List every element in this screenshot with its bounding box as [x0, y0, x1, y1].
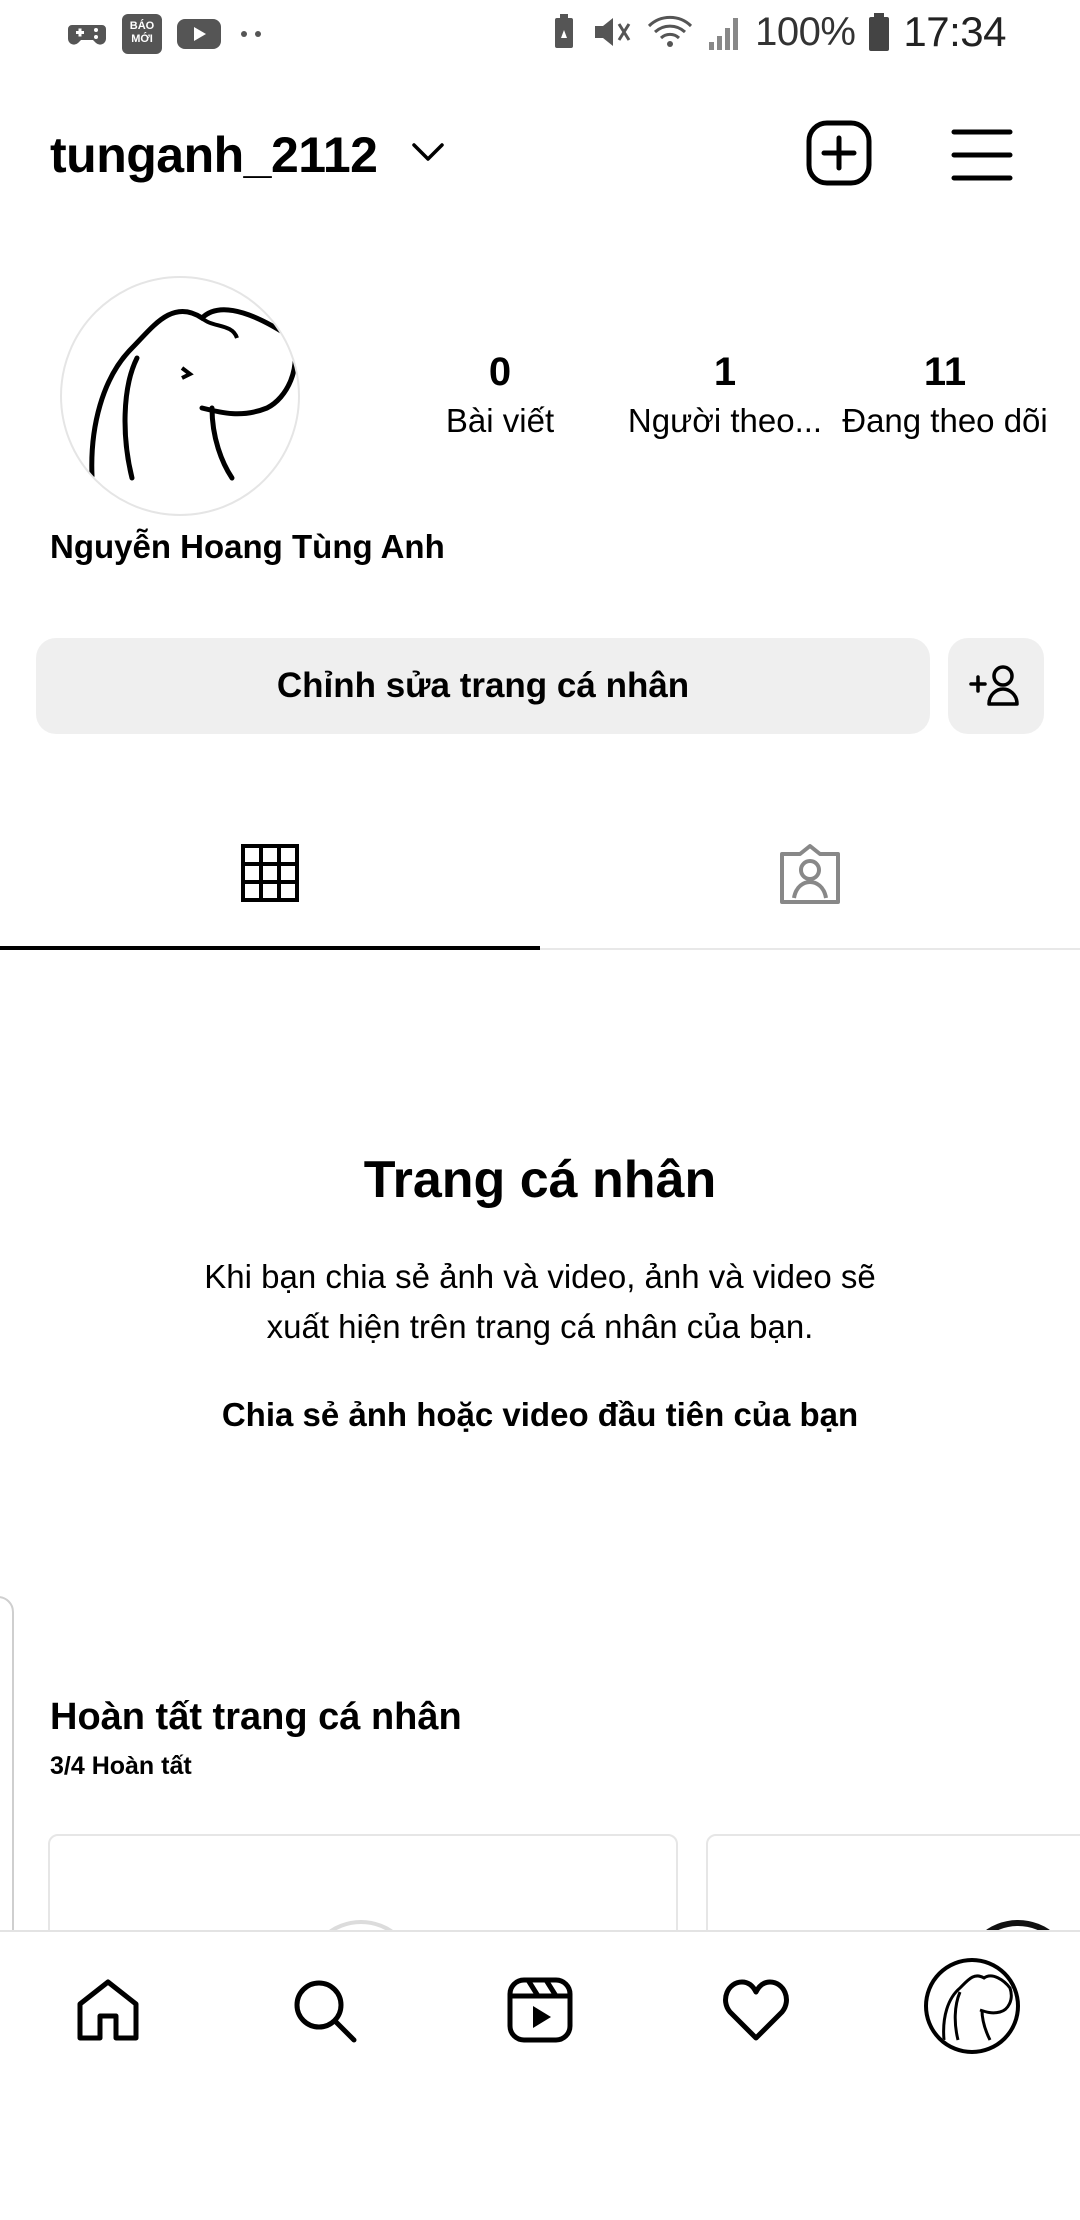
profile-avatar-icon: [942, 1974, 1013, 2041]
system-nav-area: [0, 2080, 1080, 2220]
tab-posts-grid[interactable]: [0, 800, 540, 950]
add-person-icon: [969, 665, 1019, 706]
tab-tagged[interactable]: [540, 800, 1080, 948]
battery-saver-icon: [555, 14, 574, 48]
empty-state-description: Khi bạn chia sẻ ảnh và video, ảnh và vid…: [204, 1258, 876, 1345]
create-post-icon[interactable]: [804, 118, 874, 188]
profile-stats: 0 Bài viết 1 Người theo... 11 Đang theo …: [390, 344, 1050, 454]
heart-icon: [723, 1979, 789, 2041]
nav-reels[interactable]: [500, 1970, 580, 2050]
signal-icon: [709, 18, 739, 50]
nav-home[interactable]: [68, 1970, 148, 2050]
grid-icon: [241, 844, 299, 902]
home-icon: [77, 1979, 139, 2041]
stat-followers-value: 1: [713, 350, 737, 394]
status-bar: BÁO MỚI 100% 17:34: [0, 0, 1080, 72]
clock: 17:34: [903, 8, 1006, 55]
full-name: Nguyễn Hoang Tùng Anh: [50, 528, 445, 565]
stat-following-label: Đang theo dõi: [842, 402, 1048, 439]
battery-icon: [869, 13, 890, 51]
profile-header: tunganh_2112: [0, 110, 1080, 200]
status-bar-notifications: BÁO MỚI: [66, 14, 266, 54]
stat-following[interactable]: 11 Đang theo dõi: [835, 344, 1055, 442]
youtube-icon: [177, 19, 221, 49]
nav-profile[interactable]: [924, 1958, 1020, 2054]
stat-posts[interactable]: 0 Bài viết: [390, 344, 610, 442]
mute-icon: [595, 18, 631, 46]
profile-avatar[interactable]: [60, 276, 300, 516]
avatar-drawing: [89, 307, 298, 481]
nav-activity[interactable]: [716, 1970, 796, 2050]
edit-profile-button[interactable]: Chỉnh sửa trang cá nhân: [36, 638, 930, 734]
edit-profile-label: Chỉnh sửa trang cá nhân: [276, 666, 690, 705]
game-controller-icon: [68, 25, 106, 45]
nav-search[interactable]: [284, 1970, 364, 2050]
reels-icon: [507, 1977, 573, 2043]
stat-posts-label: Bài viết: [445, 402, 555, 439]
tagged-person-icon: [780, 844, 840, 904]
wifi-icon: [648, 15, 693, 47]
stat-following-value: 11: [923, 350, 967, 394]
bottom-navigation: [0, 1930, 1080, 2080]
menu-icon[interactable]: [950, 126, 1014, 184]
complete-profile-progress: 3/4 Hoàn tất: [50, 1752, 192, 1780]
profile-tabs: [0, 800, 1080, 950]
status-bar-system: 100% 17:34: [549, 8, 1006, 56]
complete-profile-title: Hoàn tất trang cá nhân: [50, 1696, 462, 1738]
username-switcher[interactable]: tunganh_2112: [50, 126, 378, 184]
empty-profile-state: Trang cá nhân Khi bạn chia sẻ ảnh và vid…: [0, 1150, 1080, 1434]
chevron-down-icon[interactable]: [410, 140, 446, 164]
share-first-post-link[interactable]: Chia sẻ ảnh hoặc video đầu tiên của bạn: [0, 1396, 1080, 1434]
stat-followers-label: Người theo...: [627, 402, 823, 439]
search-icon: [294, 1980, 357, 2043]
stat-posts-value: 0: [488, 350, 512, 394]
baomoi-app-icon: BÁO MỚI: [122, 14, 162, 54]
empty-state-title: Trang cá nhân: [363, 1151, 717, 1209]
battery-percent: 100%: [755, 9, 856, 54]
stat-followers[interactable]: 1 Người theo...: [615, 344, 835, 442]
more-notifications-icon: [241, 31, 261, 37]
discover-people-button[interactable]: [948, 638, 1044, 734]
